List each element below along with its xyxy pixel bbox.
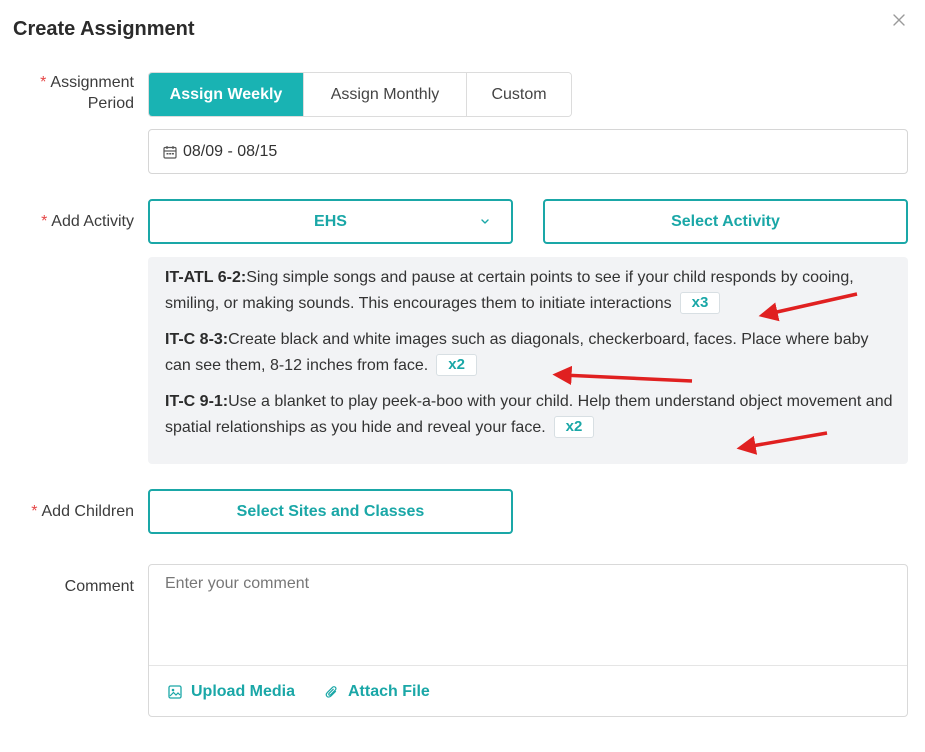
image-icon xyxy=(168,685,182,699)
comment-input[interactable] xyxy=(149,565,907,665)
activity-multiplier-badge[interactable]: x3 xyxy=(679,292,721,314)
add-children-label-text: Add Children xyxy=(41,503,135,520)
activity-item: IT-C 8-3:Create black and white images s… xyxy=(165,327,894,379)
tab-assign-weekly[interactable]: Assign Weekly xyxy=(149,73,304,116)
required-marker: * xyxy=(31,503,38,520)
upload-media-button[interactable]: Upload Media xyxy=(168,683,295,701)
chevron-down-icon xyxy=(481,219,489,224)
activity-text: Sing simple songs and pause at certain p… xyxy=(165,269,854,312)
tab-assign-monthly[interactable]: Assign Monthly xyxy=(304,73,467,116)
activity-multiplier-badge[interactable]: x2 xyxy=(436,354,477,376)
paperclip-icon xyxy=(325,686,337,698)
activity-category-value: EHS xyxy=(314,212,347,230)
activity-multiplier-badge[interactable]: x2 xyxy=(553,416,595,438)
activity-category-select[interactable]: EHS xyxy=(148,199,513,244)
select-sites-classes-button[interactable]: Select Sites and Classes xyxy=(148,489,513,534)
required-marker: * xyxy=(41,213,48,230)
required-marker: * xyxy=(40,74,47,91)
activity-code: IT-ATL 6-2: xyxy=(165,269,247,286)
add-activity-label: * Add Activity xyxy=(41,211,134,232)
assignment-period-label-line2: Period xyxy=(87,95,134,112)
selected-activities-list: IT-ATL 6-2:Sing simple songs and pause a… xyxy=(148,257,908,464)
date-range-field[interactable]: 08/09 - 08/15 xyxy=(148,129,908,174)
tab-custom[interactable]: Custom xyxy=(467,73,571,116)
upload-media-label: Upload Media xyxy=(191,683,296,700)
comment-label: Comment xyxy=(64,578,134,595)
comment-box: Upload Media Attach File xyxy=(148,564,908,717)
activity-text: Create black and white images such as di… xyxy=(165,331,869,374)
activity-code: IT-C 9-1: xyxy=(165,393,229,410)
activity-code: IT-C 8-3: xyxy=(165,331,229,348)
attach-file-button[interactable]: Attach File xyxy=(325,683,430,701)
modal-title: Create Assignment xyxy=(13,18,195,40)
date-range-value: 08/09 - 08/15 xyxy=(183,142,278,160)
period-segmented-control: Assign Weekly Assign Monthly Custom xyxy=(148,72,572,117)
activity-item: IT-ATL 6-2:Sing simple songs and pause a… xyxy=(165,265,894,317)
assignment-period-label: * Assignment Period xyxy=(40,72,134,114)
select-activity-button[interactable]: Select Activity xyxy=(543,199,908,244)
add-activity-label-text: Add Activity xyxy=(51,213,134,230)
assignment-period-label-line1: Assignment xyxy=(50,74,134,91)
calendar-icon xyxy=(163,145,177,159)
comment-divider xyxy=(149,665,907,666)
add-children-label: * Add Children xyxy=(31,501,134,522)
activity-item: IT-C 9-1:Use a blanket to play peek-a-bo… xyxy=(165,389,894,441)
close-icon[interactable] xyxy=(890,11,908,29)
attach-file-label: Attach File xyxy=(348,683,430,700)
activity-text: Use a blanket to play peek-a-boo with yo… xyxy=(165,393,893,436)
